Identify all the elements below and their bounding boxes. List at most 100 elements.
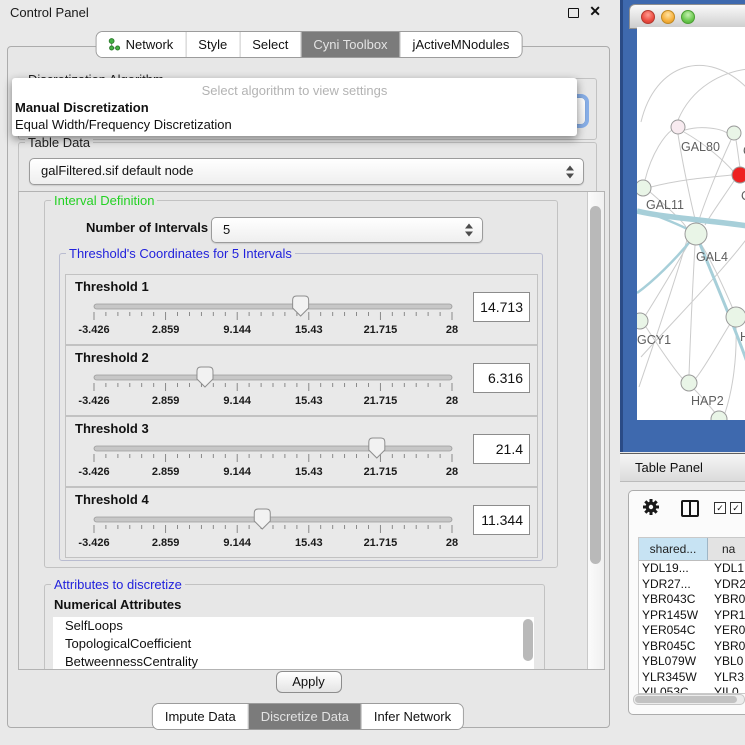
panel-scrollbar-thumb[interactable] bbox=[590, 206, 601, 564]
table-data-selected: galFiltered.sif default node bbox=[30, 159, 583, 183]
cell-shared-name: YDR27... bbox=[639, 577, 708, 593]
list-scrollbar-thumb[interactable] bbox=[523, 619, 533, 661]
attribute-list-item[interactable]: TopologicalCoefficient bbox=[53, 635, 534, 653]
thresholds-group: Threshold's Coordinates for 5 Intervals … bbox=[59, 253, 543, 561]
cell-shared-name: YDL19... bbox=[639, 561, 708, 577]
network-node[interactable] bbox=[726, 307, 745, 327]
network-node[interactable] bbox=[732, 167, 745, 183]
tab-select[interactable]: Select bbox=[239, 32, 300, 57]
network-nodes: GAL80GACGAL11GAL4GCY1HHAP2 bbox=[637, 120, 745, 420]
threshold-slider[interactable]: -3.4262.8599.14415.4321.71528 bbox=[84, 365, 466, 413]
svg-text:15.43: 15.43 bbox=[295, 395, 323, 407]
network-node-label: C bbox=[741, 189, 745, 203]
table-row[interactable]: YLR345WYLR3 bbox=[639, 670, 745, 686]
float-window-icon[interactable] bbox=[568, 8, 579, 18]
network-node-label: GAL80 bbox=[681, 140, 720, 154]
column-header-name[interactable]: na bbox=[708, 538, 745, 560]
network-node[interactable] bbox=[685, 223, 707, 245]
apply-button[interactable]: Apply bbox=[276, 671, 342, 693]
svg-text:15.43: 15.43 bbox=[295, 537, 323, 549]
network-edge bbox=[705, 181, 734, 225]
checkbox-icon[interactable]: ✓ bbox=[730, 502, 742, 514]
table-panel: ✓ ✓ shared... na YDL19...YDL1YDR27...YDR… bbox=[628, 490, 745, 715]
slider-thumb[interactable] bbox=[293, 296, 309, 316]
table-row[interactable]: YPR145WYPR1 bbox=[639, 608, 745, 624]
svg-text:2.859: 2.859 bbox=[152, 466, 180, 478]
slider-thumb[interactable] bbox=[197, 367, 213, 387]
network-node[interactable] bbox=[637, 313, 648, 329]
tab-discretize-data[interactable]: Discretize Data bbox=[248, 704, 361, 729]
svg-text:2.859: 2.859 bbox=[152, 537, 180, 549]
combo-stepper-icon bbox=[465, 224, 474, 237]
network-node[interactable] bbox=[727, 126, 741, 140]
tab-cyni-toolbox[interactable]: Cyni Toolbox bbox=[300, 32, 399, 57]
tab-infer-network[interactable]: Infer Network bbox=[361, 704, 463, 729]
network-node-label: HAP2 bbox=[691, 394, 724, 408]
table-row[interactable]: YBL079WYBL0 bbox=[639, 654, 745, 670]
threshold-value-field[interactable]: 11.344 bbox=[473, 505, 530, 535]
window-title: Control Panel bbox=[10, 5, 89, 20]
threshold-slider[interactable]: -3.4262.8599.14415.4321.71528 bbox=[84, 294, 466, 342]
table-row[interactable]: YIL053CYIL0 bbox=[639, 685, 745, 693]
cell-name: YBL0 bbox=[708, 654, 745, 670]
cell-shared-name: YIL053C bbox=[639, 685, 708, 693]
threshold-slider[interactable]: -3.4262.8599.14415.4321.71528 bbox=[84, 436, 466, 484]
tab-style[interactable]: Style bbox=[185, 32, 239, 57]
threshold-box: Threshold 4-3.4262.8599.14415.4321.71528… bbox=[65, 487, 538, 558]
threshold-value-field[interactable]: 6.316 bbox=[473, 363, 530, 393]
svg-text:9.144: 9.144 bbox=[223, 466, 251, 478]
table-header-row: shared... na bbox=[639, 538, 745, 560]
table-row[interactable]: YER054CYER0 bbox=[639, 623, 745, 639]
network-canvas[interactable]: GAL80GACGAL11GAL4GCY1HHAP2 bbox=[637, 27, 745, 420]
svg-text:9.144: 9.144 bbox=[223, 537, 251, 549]
columns-icon[interactable] bbox=[681, 500, 699, 517]
svg-text:-3.426: -3.426 bbox=[78, 466, 109, 478]
table-row[interactable]: YDR27...YDR2 bbox=[639, 577, 745, 593]
dropdown-placeholder: Select algorithm to view settings bbox=[12, 82, 577, 99]
tab-jactivemnodules[interactable]: jActiveMNodules bbox=[400, 32, 522, 57]
checkbox-icon[interactable]: ✓ bbox=[714, 502, 726, 514]
table-panel-titlebar: Table Panel bbox=[620, 453, 745, 482]
column-header-shared-name[interactable]: shared... bbox=[639, 538, 708, 560]
network-node[interactable] bbox=[711, 411, 727, 420]
svg-text:2.859: 2.859 bbox=[152, 324, 180, 336]
slider-thumb[interactable] bbox=[369, 438, 385, 458]
threshold-value-field[interactable]: 21.4 bbox=[473, 434, 530, 464]
table-data-combobox[interactable]: galFiltered.sif default node bbox=[29, 158, 584, 185]
table-rows: YDL19...YDL1YDR27...YDR2YBR043CYBR0YPR14… bbox=[639, 560, 745, 693]
network-edge bbox=[689, 245, 695, 375]
algorithm-dropdown-popup: Select algorithm to view settings Manual… bbox=[12, 78, 577, 136]
network-node[interactable] bbox=[637, 180, 651, 196]
dropdown-item[interactable]: Manual Discretization bbox=[12, 99, 577, 116]
tab-network[interactable]: Network bbox=[97, 32, 186, 57]
close-traffic-light[interactable] bbox=[641, 10, 655, 24]
threshold-label: Threshold 2 bbox=[75, 350, 149, 365]
close-icon[interactable]: ✕ bbox=[589, 3, 601, 20]
table-row[interactable]: YDL19...YDL1 bbox=[639, 561, 745, 577]
threshold-value-field[interactable]: 14.713 bbox=[473, 292, 530, 322]
cell-name: YBR0 bbox=[708, 639, 745, 655]
attribute-list-item[interactable]: SelfLoops bbox=[53, 617, 534, 635]
svg-text:9.144: 9.144 bbox=[223, 324, 251, 336]
panel-scrollbar[interactable] bbox=[587, 192, 604, 669]
network-node[interactable] bbox=[681, 375, 697, 391]
network-edge bbox=[696, 324, 730, 378]
gear-icon[interactable] bbox=[641, 497, 661, 517]
table-row[interactable]: YBR045CYBR0 bbox=[639, 639, 745, 655]
dropdown-item[interactable]: Equal Width/Frequency Discretization bbox=[12, 116, 577, 133]
table-hscrollbar[interactable] bbox=[633, 694, 745, 705]
node-table: shared... na YDL19...YDL1YDR27...YDR2YBR… bbox=[638, 537, 745, 694]
threshold-slider[interactable]: -3.4262.8599.14415.4321.71528 bbox=[84, 507, 466, 555]
cell-name: YER0 bbox=[708, 623, 745, 639]
slider-thumb[interactable] bbox=[254, 509, 270, 529]
cell-name: YBR0 bbox=[708, 592, 745, 608]
svg-text:28: 28 bbox=[446, 537, 458, 549]
table-row[interactable]: YBR043CYBR0 bbox=[639, 592, 745, 608]
tab-impute-data[interactable]: Impute Data bbox=[153, 704, 248, 729]
minimize-traffic-light[interactable] bbox=[661, 10, 675, 24]
number-of-intervals-combobox[interactable]: 5 bbox=[211, 217, 483, 243]
network-node[interactable] bbox=[671, 120, 685, 134]
attribute-list-item[interactable]: BetweennessCentrality bbox=[53, 653, 534, 670]
zoom-traffic-light[interactable] bbox=[681, 10, 695, 24]
network-window: GAL80GACGAL11GAL4GCY1HHAP2 bbox=[620, 0, 745, 452]
